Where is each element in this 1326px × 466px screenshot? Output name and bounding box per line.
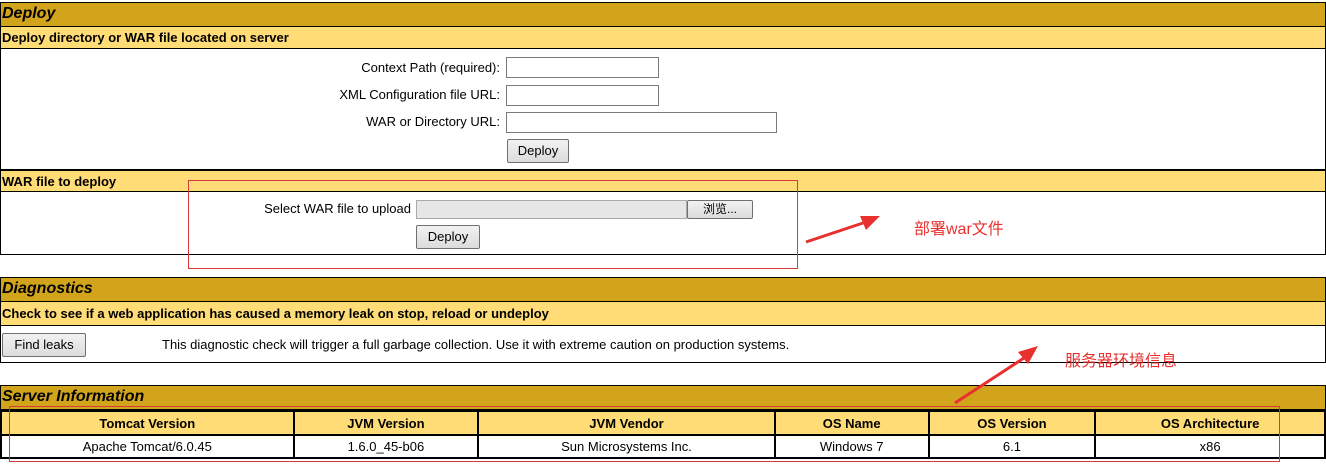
deploy-war-annotation: 部署war文件 (914, 221, 1004, 238)
server-env-annotation: 服务器环境信息 (1065, 353, 1178, 370)
annotation-arrows (805, 216, 1038, 405)
server-env-arrow (954, 346, 1038, 405)
deploy-war-arrow (805, 216, 880, 244)
